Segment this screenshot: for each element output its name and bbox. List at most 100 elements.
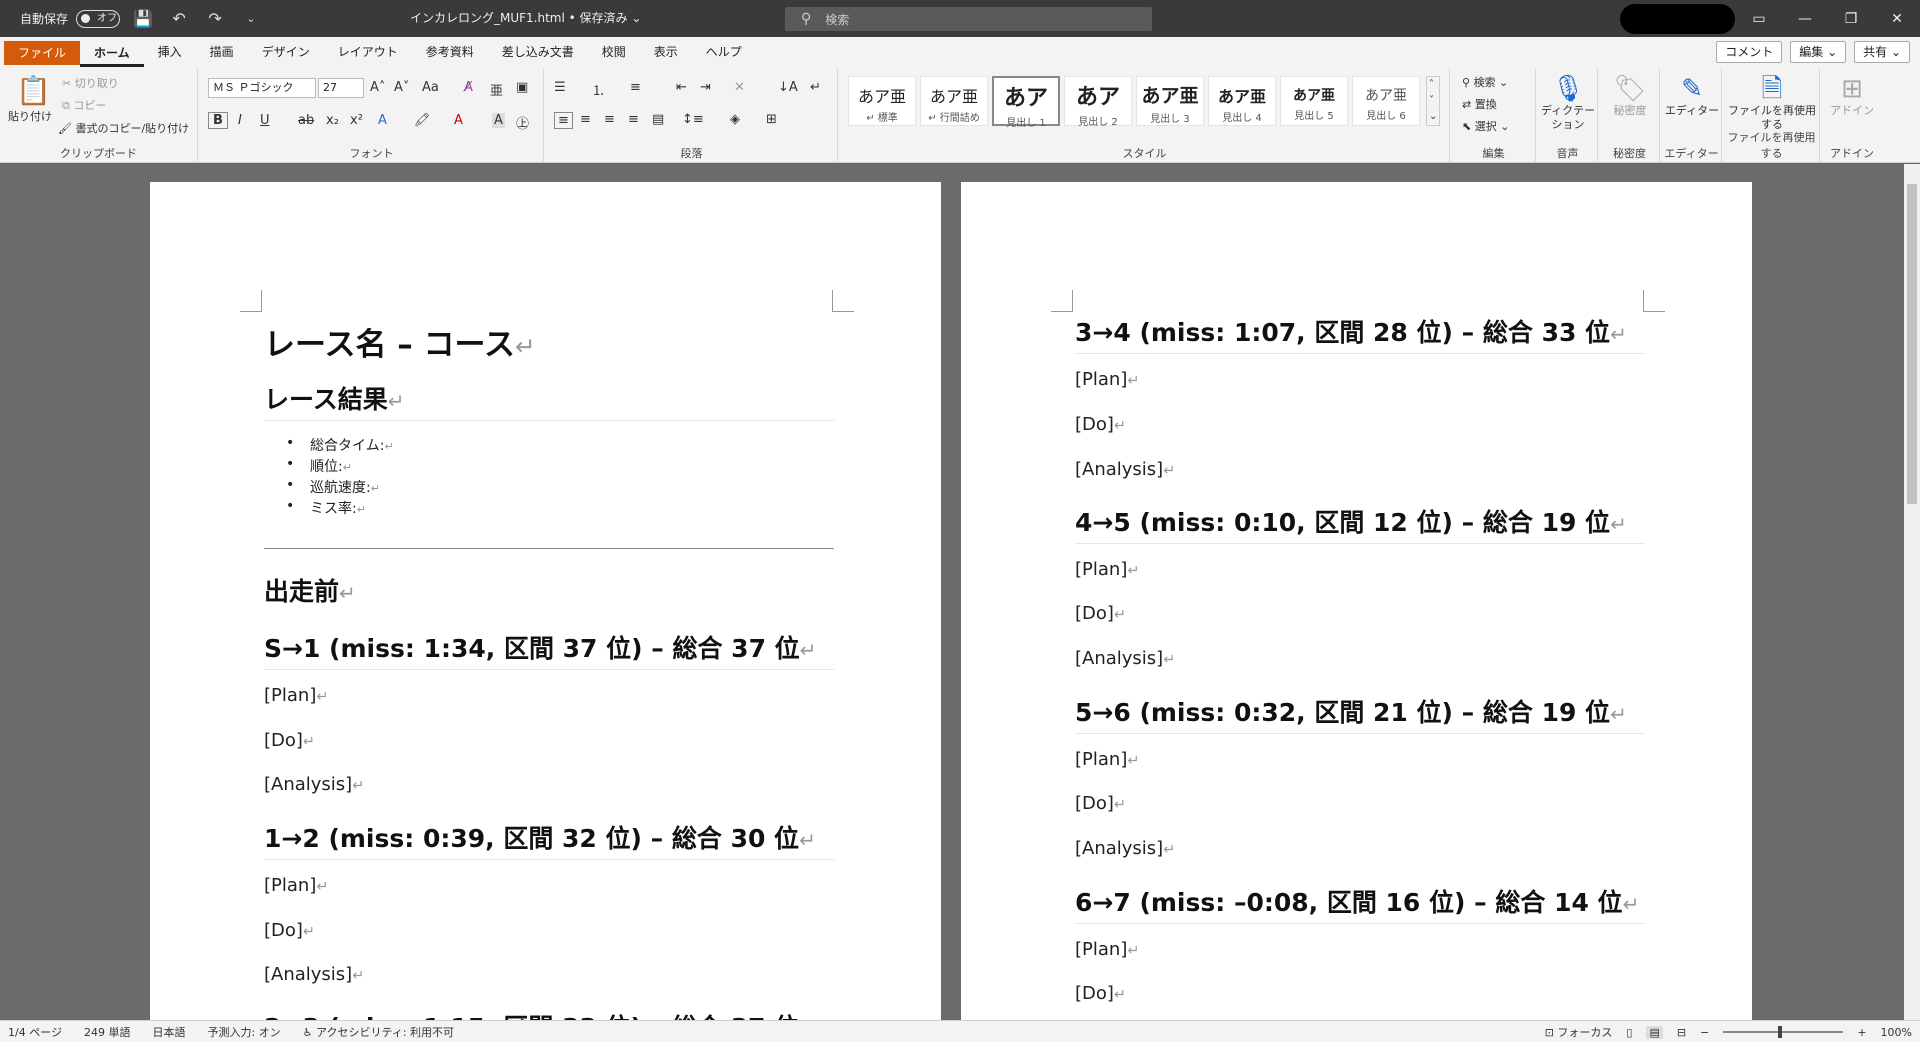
heading-leg-5-6[interactable]: 5→6 (miss: 0:32, 区間 21 位) – 総合 19 位↵	[1075, 693, 1645, 734]
tab-file[interactable]: ファイル	[4, 40, 81, 65]
shading-icon[interactable]: ◈	[730, 112, 740, 127]
do-paragraph[interactable]: [Do]↵	[1075, 983, 1126, 1004]
tab-layout[interactable]: レイアウト	[324, 37, 412, 68]
plan-paragraph[interactable]: [Plan]↵	[1075, 369, 1139, 390]
minimize-icon[interactable]: —	[1782, 0, 1828, 37]
phonetic-guide-icon[interactable]: 亜	[490, 80, 503, 99]
list-item[interactable]: 総合タイム:↵	[286, 435, 394, 455]
plan-paragraph[interactable]: [Plan]↵	[1075, 749, 1139, 770]
tab-review[interactable]: 校閲	[588, 37, 640, 68]
style-normal[interactable]: あア亜 ↵ 標準	[848, 76, 916, 126]
autosave-switch[interactable]: オフ	[76, 9, 121, 28]
analysis-paragraph[interactable]: [Analysis]↵	[1075, 838, 1175, 859]
dictate-button[interactable]: 🎙 ディクテーション	[1540, 74, 1596, 132]
restore-icon[interactable]: ❐	[1828, 0, 1874, 37]
multilevel-list-icon[interactable]: ≡	[630, 80, 641, 95]
character-border-icon[interactable]: ▣	[516, 80, 528, 95]
do-paragraph[interactable]: [Do]↵	[264, 920, 315, 941]
strikethrough-icon[interactable]: ab	[298, 113, 314, 128]
borders-icon[interactable]: ⊞	[766, 112, 777, 127]
format-painter-button[interactable]: 🖌 書式のコピー/貼り付け	[58, 120, 189, 136]
tab-mailings[interactable]: 差し込み文書	[488, 37, 588, 68]
web-layout-icon[interactable]: ⊟	[1677, 1026, 1686, 1039]
enclose-characters-icon[interactable]: ㊤	[516, 113, 529, 132]
language-indicator[interactable]: 日本語	[152, 1024, 185, 1040]
plan-paragraph[interactable]: [Plan]↵	[264, 685, 328, 706]
paste-icon[interactable]: 📋	[16, 74, 51, 107]
word-count[interactable]: 249 単語	[84, 1024, 131, 1040]
document-title-heading[interactable]: レース名 – コース↵	[264, 319, 536, 364]
subscript-icon[interactable]: x₂	[326, 113, 339, 128]
do-paragraph[interactable]: [Do]↵	[1075, 603, 1126, 624]
analysis-paragraph[interactable]: [Analysis]↵	[1075, 459, 1175, 480]
tab-draw[interactable]: 描画	[196, 37, 248, 68]
predictive-text-status[interactable]: 予測入力: オン	[207, 1024, 280, 1040]
zoom-slider[interactable]	[1723, 1026, 1844, 1038]
editing-mode-button[interactable]: 編集 ⌄	[1790, 41, 1847, 63]
reuse-files-button[interactable]: 🗎 ファイルを再使用する	[1728, 74, 1816, 132]
tab-home[interactable]: ホーム	[80, 39, 144, 67]
line-spacing-icon[interactable]: ↕≡	[682, 112, 704, 127]
text-effects-icon[interactable]: A	[378, 113, 387, 128]
zoom-in-icon[interactable]: +	[1857, 1026, 1866, 1039]
heading-leg-1-2[interactable]: 1→2 (miss: 0:39, 区間 32 位) – 総合 30 位↵	[264, 819, 834, 860]
close-icon[interactable]: ✕	[1874, 0, 1920, 37]
highlight-icon[interactable]: 🖍	[414, 113, 431, 128]
increase-indent-icon[interactable]: ⇥	[700, 80, 711, 95]
character-shading-icon[interactable]: A	[492, 113, 505, 128]
heading-race-results[interactable]: レース結果↵	[264, 380, 834, 421]
tab-design[interactable]: デザイン	[248, 37, 324, 68]
style-no-spacing[interactable]: あア亜 ↵ 行間詰め	[920, 76, 988, 126]
page-1[interactable]: レース名 – コース↵ レース結果↵ 総合タイム:↵ 順位:↵ 巡航速度:↵ ミ…	[150, 182, 941, 1038]
heading-leg-3-4[interactable]: 3→4 (miss: 1:07, 区間 28 位) – 総合 33 位↵	[1075, 313, 1645, 354]
change-case-icon[interactable]: Aa	[422, 80, 439, 95]
zoom-level[interactable]: 100%	[1881, 1026, 1912, 1039]
undo-icon[interactable]: ↶	[166, 6, 192, 32]
heading-leg-4-5[interactable]: 4→5 (miss: 0:10, 区間 12 位) – 総合 19 位↵	[1075, 503, 1645, 544]
search-box[interactable]: ⚲ 検索	[785, 7, 1152, 31]
styles-scroll-icon[interactable]: ˄ ˅ ⌄	[1426, 76, 1441, 126]
focus-button[interactable]: ⊡ フォーカス	[1545, 1024, 1613, 1040]
justify-icon[interactable]: ≡	[628, 112, 639, 127]
paste-button[interactable]: 貼り付け	[8, 108, 52, 124]
tab-help[interactable]: ヘルプ	[692, 37, 756, 68]
page-2[interactable]: 3→4 (miss: 1:07, 区間 28 位) – 総合 33 位↵ [Pl…	[961, 182, 1752, 1038]
analysis-paragraph[interactable]: [Analysis]↵	[264, 964, 364, 985]
analysis-paragraph[interactable]: [Analysis]↵	[264, 774, 364, 795]
style-heading-4[interactable]: あア亜 見出し 4	[1208, 76, 1276, 126]
customize-qat-icon[interactable]: ⌄	[238, 6, 264, 32]
align-left-icon[interactable]: ≡	[554, 112, 573, 129]
replace-button[interactable]: ⇄ 置換	[1462, 96, 1497, 112]
bullets-icon[interactable]: ☰	[554, 80, 566, 95]
clear-formatting-icon[interactable]: A̸	[464, 80, 473, 95]
do-paragraph[interactable]: [Do]↵	[264, 730, 315, 751]
ribbon-display-icon[interactable]: ▭	[1736, 0, 1782, 37]
italic-icon[interactable]: I	[238, 113, 242, 128]
style-heading-6[interactable]: あア亜 見出し 6	[1352, 76, 1420, 126]
zoom-out-icon[interactable]: −	[1700, 1026, 1709, 1039]
plan-paragraph[interactable]: [Plan]↵	[1075, 939, 1139, 960]
tab-insert[interactable]: 挿入	[144, 37, 196, 68]
do-paragraph[interactable]: [Do]↵	[1075, 414, 1126, 435]
heading-leg-s-1[interactable]: S→1 (miss: 1:34, 区間 37 位) – 総合 37 位↵	[264, 629, 834, 670]
read-mode-icon[interactable]: ▯	[1626, 1026, 1632, 1039]
plan-paragraph[interactable]: [Plan]↵	[1075, 559, 1139, 580]
grow-font-icon[interactable]: A˄	[370, 80, 385, 95]
editor-button[interactable]: ✎ エディター	[1664, 74, 1720, 118]
do-paragraph[interactable]: [Do]↵	[1075, 793, 1126, 814]
shrink-font-icon[interactable]: A˅	[394, 80, 409, 95]
print-layout-icon[interactable]: ▤	[1646, 1025, 1663, 1039]
bold-icon[interactable]: B	[208, 112, 228, 129]
comment-button[interactable]: コメント	[1716, 41, 1783, 63]
tab-references[interactable]: 参考資料	[412, 37, 488, 68]
font-color-icon[interactable]: A	[454, 113, 463, 128]
addins-button[interactable]: ⊞ アドイン	[1824, 74, 1880, 118]
heading-leg-6-7[interactable]: 6→7 (miss: –0:08, 区間 16 位) – 総合 14 位↵	[1075, 883, 1645, 924]
underline-icon[interactable]: U	[260, 113, 270, 128]
cut-button[interactable]: ✂ 切り取り	[62, 75, 119, 91]
tab-view[interactable]: 表示	[640, 37, 692, 68]
select-button[interactable]: ⬉ 選択 ⌄	[1462, 118, 1509, 134]
align-center-icon[interactable]: ≡	[580, 112, 591, 127]
vertical-scrollbar[interactable]	[1904, 164, 1920, 1020]
sort-icon[interactable]: ↓A	[778, 80, 798, 95]
